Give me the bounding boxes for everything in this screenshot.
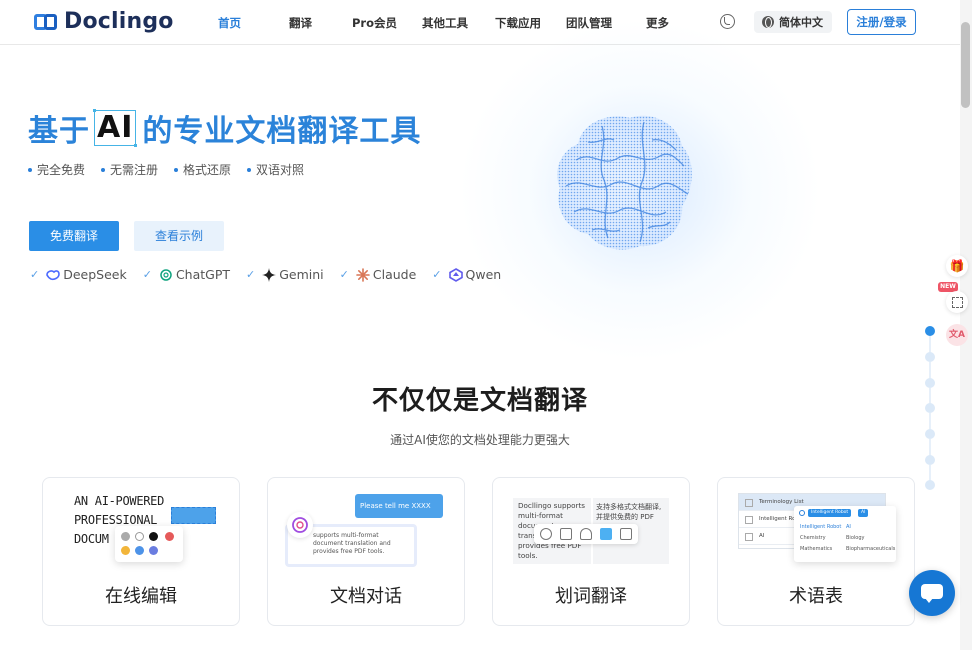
model-gemini: ✓ Gemini [246, 267, 324, 282]
scrollbar-thumb[interactable] [961, 22, 970, 108]
term-item: Biology [846, 535, 865, 541]
nav-download[interactable]: 下载应用 [495, 15, 541, 31]
model-label: ChatGPT [175, 267, 231, 282]
card-label: 划词翻译 [555, 586, 627, 607]
model-list: ✓ DeepSeek ✓ ChatGPT ✓ Gemini ✓ Claude ✓… [30, 267, 517, 282]
qrcode-icon[interactable] [946, 291, 968, 313]
selection-toolbar [534, 524, 638, 544]
model-claude: ✓ Claude [340, 267, 417, 282]
chat-bubble: Please tell me XXXX [355, 494, 443, 518]
doclingo-logo-icon [34, 12, 60, 32]
logo-text: Doclingo [64, 9, 174, 34]
hero-title: 基于 AI 的专业文档翻译工具 [28, 106, 421, 150]
globe-icon [762, 16, 774, 28]
progress-dot[interactable] [925, 326, 935, 336]
chat-icon [540, 528, 552, 540]
nav-other-tools[interactable]: 其他工具 [422, 15, 468, 31]
term-item: AI [846, 524, 851, 530]
model-label: Qwen [465, 267, 502, 282]
login-button[interactable]: 注册/登录 [847, 9, 916, 35]
model-label: Claude [372, 267, 417, 282]
card-label: 术语表 [789, 586, 843, 607]
card-selection-translate[interactable]: Docllingo supports multi-format document… [492, 477, 690, 626]
qwen-icon [448, 267, 463, 282]
gift-icon[interactable]: 🎁 [946, 255, 968, 277]
language-label: 简体中文 [779, 16, 823, 29]
ai-brain-illustration [557, 115, 692, 250]
free-translate-button[interactable]: 免费翻译 [29, 221, 119, 251]
copy-icon [620, 528, 632, 540]
section-title: 不仅仅是文档翻译 [371, 386, 588, 416]
hero-title-prefix: 基于 [28, 114, 90, 149]
nav-translate[interactable]: 翻译 [289, 15, 312, 31]
section-subtitle: 通过AI使您的文档处理能力更强大 [390, 433, 570, 447]
progress-dot[interactable] [925, 352, 935, 362]
color-swatch [149, 532, 158, 541]
chatgpt-icon [160, 268, 172, 281]
feature-item: 格式还原 [174, 161, 231, 178]
nav-home[interactable]: 首页 [218, 15, 241, 31]
text-highlight [171, 507, 216, 524]
translate-icon [600, 528, 612, 540]
term-item: Chemistry [800, 535, 826, 541]
nav-pro[interactable]: Pro会员 [352, 15, 397, 31]
model-chatgpt: ✓ ChatGPT [143, 267, 230, 282]
check-icon: ✓ [339, 268, 349, 281]
feature-item: 完全免费 [28, 161, 85, 178]
check-icon: ✓ [142, 268, 152, 281]
view-example-button[interactable]: 查看示例 [134, 221, 224, 251]
color-swatch [165, 532, 174, 541]
color-swatch [135, 546, 144, 555]
color-swatch [135, 532, 144, 541]
claude-icon [356, 267, 370, 282]
language-selector[interactable]: 简体中文 [754, 11, 832, 33]
top-navbar: Doclingo 首页 翻译 Pro会员 其他工具 下载应用 团队管理 更多 简… [0, 0, 960, 45]
check-icon: ✓ [246, 268, 256, 281]
term-item: Mathematics [800, 546, 833, 552]
term-tag: Intelligent Robot [808, 509, 852, 517]
color-palette [115, 526, 183, 562]
color-swatch [121, 532, 130, 541]
card-label: 文档对话 [330, 586, 402, 607]
model-qwen: ✓ Qwen [432, 267, 501, 282]
card-label: 在线编辑 [105, 586, 177, 607]
model-label: DeepSeek [63, 267, 127, 282]
book-icon [560, 528, 572, 540]
term-item: Biopharmaceuticals [846, 546, 896, 552]
search-icon [799, 510, 805, 516]
check-icon: ✓ [30, 268, 40, 281]
model-label: Gemini [279, 267, 324, 282]
gemini-icon [262, 267, 277, 282]
color-swatch [121, 546, 130, 555]
check-icon: ✓ [432, 268, 442, 281]
term-tag: AI [858, 509, 869, 517]
feature-list: 完全免费 无需注册 格式还原 双语对照 [28, 161, 320, 178]
term-item: Intelligent Robot [800, 524, 842, 530]
card-online-edit[interactable]: AN AI-POWERED PROFESSIONAL DOCUM 在线编辑 [42, 477, 240, 626]
logo[interactable]: Doclingo [34, 9, 174, 34]
card-doc-chat[interactable]: Please tell me XXXX supports multi-forma… [267, 477, 465, 626]
progress-dot[interactable] [925, 455, 935, 465]
translate-icon[interactable]: 文A [946, 324, 968, 346]
bulb-icon [580, 528, 592, 540]
deepseek-icon [46, 269, 61, 280]
model-deepseek: ✓ DeepSeek [30, 267, 127, 282]
feature-item: 无需注册 [101, 161, 158, 178]
feature-item: 双语对照 [247, 161, 304, 178]
color-swatch [149, 546, 158, 555]
chat-support-button[interactable] [909, 570, 955, 616]
hero-title-ai: AI [92, 109, 138, 147]
hero-title-suffix: 的专业文档翻译工具 [142, 114, 422, 149]
card-glossary[interactable]: Terminology List Intelligent Robot AI In… [717, 477, 915, 626]
phone-icon[interactable] [720, 14, 735, 29]
progress-dot[interactable] [925, 480, 935, 490]
glossary-popup: Intelligent Robot AI Intelligent Robot A… [794, 506, 896, 562]
openai-icon [287, 512, 313, 538]
